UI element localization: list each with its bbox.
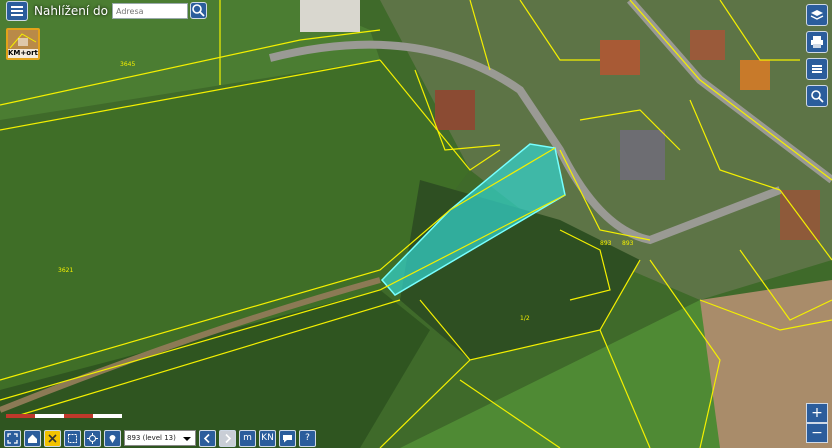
search-button[interactable] — [190, 2, 207, 19]
building — [435, 90, 475, 130]
parcel-label: 3645 — [120, 61, 135, 68]
list-icon — [812, 65, 822, 73]
select-area-button[interactable] — [64, 429, 81, 447]
building — [690, 30, 725, 60]
bottom-toolbar: 893 (level 13) m KN ? — [4, 429, 316, 447]
building — [620, 130, 665, 180]
parcel-label: 1/2 — [520, 315, 530, 322]
home-button[interactable] — [24, 429, 41, 447]
layers-button[interactable] — [806, 4, 828, 26]
parcel-label: 893 — [622, 240, 634, 247]
zoom-out-button[interactable]: − — [806, 423, 828, 443]
search-icon — [192, 4, 205, 17]
menu-button[interactable] — [6, 1, 28, 21]
legend-button[interactable] — [806, 58, 828, 80]
marker-button[interactable] — [104, 429, 121, 447]
building — [740, 60, 770, 90]
help-button[interactable]: ? — [299, 429, 316, 447]
parcel-label: 893 — [600, 240, 612, 247]
close-icon — [48, 433, 57, 443]
next-extent-button[interactable] — [219, 429, 236, 447]
zoom-controls: + − — [806, 403, 828, 443]
basemap-label: KM+orto — [8, 49, 40, 58]
layers-icon — [810, 10, 824, 20]
search-icon — [811, 90, 824, 103]
locate-button[interactable] — [84, 429, 101, 447]
kn-button[interactable]: KN — [259, 429, 276, 447]
print-button[interactable] — [806, 31, 828, 53]
map-search-button[interactable] — [806, 85, 828, 107]
scale-select[interactable]: 893 (level 13) — [124, 430, 196, 446]
scale-bar — [6, 414, 122, 418]
zoom-in-button[interactable]: + — [806, 403, 828, 423]
right-toolbar — [806, 4, 828, 112]
fullscreen-icon — [7, 432, 18, 444]
speech-bubble-icon — [283, 434, 292, 442]
crosshair-icon — [87, 432, 98, 444]
map-pin-icon — [109, 434, 116, 443]
basemap-switch[interactable]: KM+orto — [6, 28, 40, 60]
address-search-input[interactable] — [112, 3, 188, 19]
building — [300, 0, 360, 32]
fullscreen-button[interactable] — [4, 429, 21, 447]
home-icon — [28, 434, 37, 443]
previous-extent-button[interactable] — [199, 429, 216, 447]
chevron-left-icon — [203, 433, 210, 443]
hamburger-icon — [11, 10, 23, 12]
measure-button[interactable]: m — [239, 429, 256, 447]
map-canvas[interactable]: 3645 3621 893 893 1/2 — [0, 0, 832, 448]
parcel-label: 3621 — [58, 267, 73, 274]
select-area-icon — [68, 433, 77, 443]
chevron-right-icon — [225, 433, 232, 443]
print-icon — [811, 36, 823, 48]
clear-button[interactable] — [44, 429, 61, 447]
building — [600, 40, 640, 75]
feedback-button[interactable] — [279, 429, 296, 447]
